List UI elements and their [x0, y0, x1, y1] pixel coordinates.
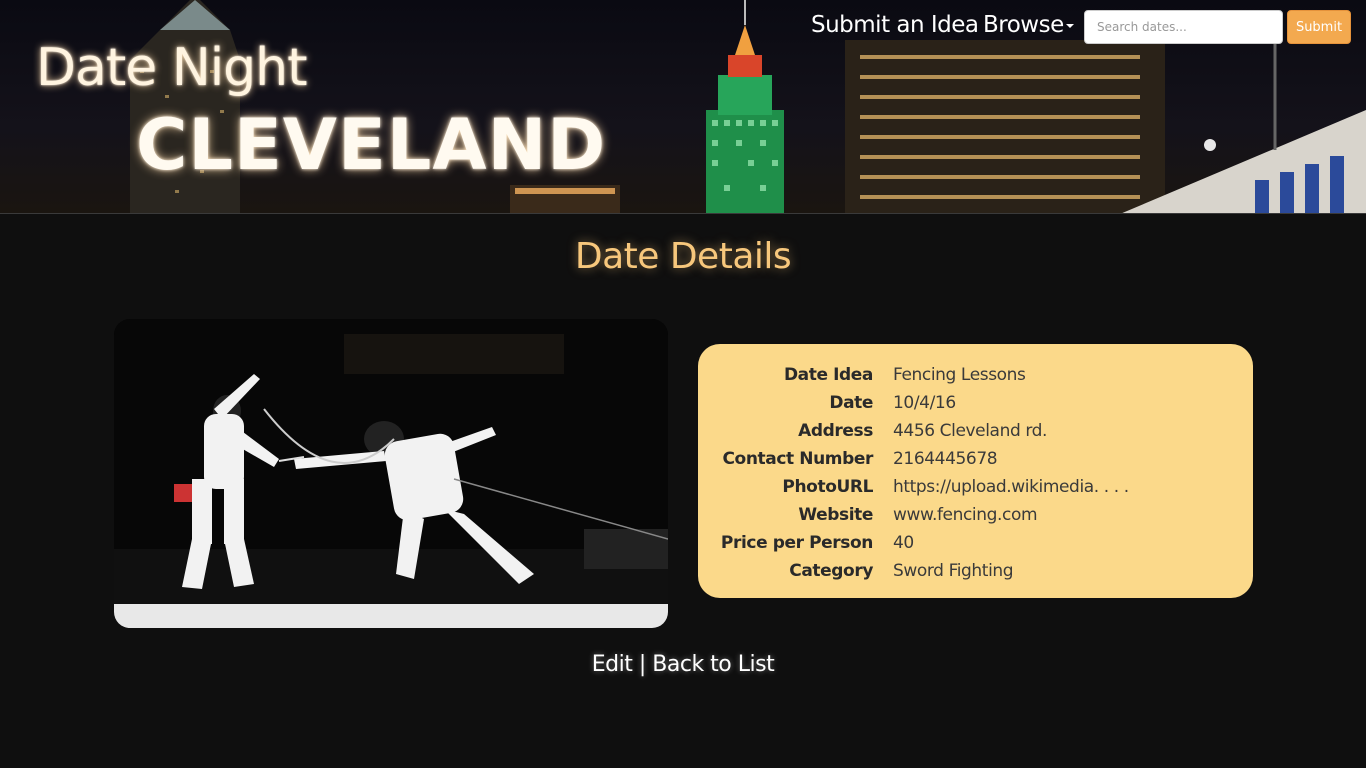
nav-submit-idea-link[interactable]: Submit an Idea	[811, 12, 979, 38]
date-details-card: Date Idea Fencing Lessons Date 10/4/16 A…	[698, 344, 1253, 598]
search-input[interactable]	[1084, 10, 1283, 44]
detail-value: 40	[893, 533, 914, 553]
detail-value: www.fencing.com	[893, 505, 1038, 525]
back-to-list-link[interactable]: Back to List	[652, 652, 774, 677]
detail-label: Address	[798, 421, 873, 441]
detail-row-contact-number: Contact Number 2164445678	[698, 445, 1253, 473]
detail-row-date: Date 10/4/16	[698, 389, 1253, 417]
detail-value: https://upload.wikimedia. . . .	[893, 477, 1129, 497]
detail-row-date-idea: Date Idea Fencing Lessons	[698, 361, 1253, 389]
detail-value: Sword Fighting	[893, 561, 1014, 581]
edit-link[interactable]: Edit	[592, 652, 633, 677]
detail-value: Fencing Lessons	[893, 365, 1026, 385]
detail-row-website: Website www.fencing.com	[698, 501, 1253, 529]
link-separator: |	[638, 652, 646, 677]
detail-value: 10/4/16	[893, 393, 956, 413]
detail-row-price: Price per Person 40	[698, 529, 1253, 557]
nav-browse-label: Browse	[983, 12, 1064, 38]
detail-label: Contact Number	[722, 449, 873, 469]
detail-label: Price per Person	[720, 533, 873, 553]
detail-label: PhotoURL	[782, 477, 873, 497]
detail-value: 4456 Cleveland rd.	[893, 421, 1048, 441]
fencing-photo-image	[114, 319, 668, 628]
header-banner: Date Night CLEVELAND Submit an Idea Brow…	[0, 0, 1366, 214]
detail-value: 2164445678	[893, 449, 998, 469]
detail-label: Date Idea	[783, 365, 873, 385]
caret-down-icon	[1065, 23, 1074, 28]
detail-row-photo-url: PhotoURL https://upload.wikimedia. . . .	[698, 473, 1253, 501]
page-title: Date Details	[574, 236, 792, 277]
footer-links: Edit | Back to List	[0, 652, 1366, 677]
brand-title-line2: CLEVELAND	[136, 104, 607, 186]
date-photo	[114, 319, 668, 628]
detail-label: Date	[829, 393, 873, 413]
detail-row-address: Address 4456 Cleveland rd.	[698, 417, 1253, 445]
nav-browse-dropdown[interactable]: Browse	[983, 12, 1074, 38]
detail-label: Website	[798, 505, 873, 525]
detail-row-category: Category Sword Fighting	[698, 557, 1253, 585]
search-submit-button[interactable]: Submit	[1287, 10, 1351, 44]
brand-title-line1: Date Night	[36, 38, 308, 98]
detail-label: Category	[789, 561, 873, 581]
